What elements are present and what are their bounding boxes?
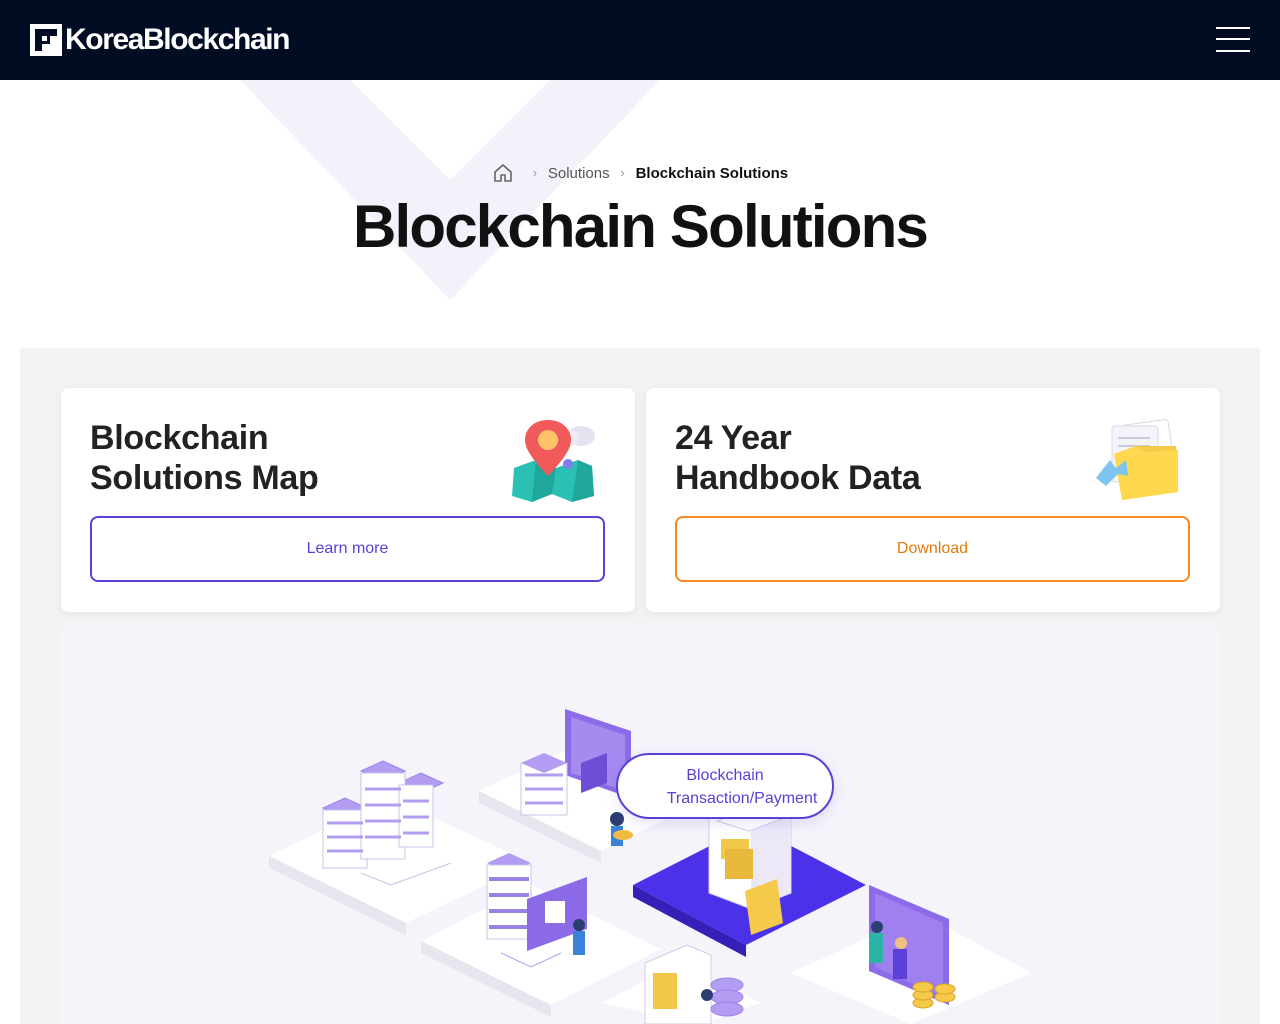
top-navigation-bar: KoreaBlockchain [0,0,1280,80]
brand-logo-mark [30,24,62,56]
bubble-line-2: Transaction/Payment [666,790,818,807]
breadcrumb-item-current: Blockchain Solutions [635,164,789,182]
map-pin-icon [512,420,595,502]
chevron-right-icon: › [532,165,538,180]
chevron-right-icon: › [620,165,625,180]
solutions-map-card: Blockchain Solutions Map Learn more [61,388,635,612]
download-button[interactable]: Download [675,516,1190,582]
blockchain-diagram-card: Blockchain Transaction/Payment [61,623,1219,1024]
brand-name: KoreaBlockchain [65,23,290,56]
page-title: Blockchain Solutions [352,193,929,260]
home-icon[interactable] [492,162,514,184]
learn-more-button[interactable]: Learn more [90,516,605,582]
breadcrumb: › Solutions › Blockchain Solutions [0,160,1280,186]
hamburger-menu-icon[interactable] [1216,24,1250,54]
transaction-payment-bubble[interactable]: Blockchain Transaction/Payment [616,753,834,819]
isometric-blockchain-network-illustration [269,709,1031,1024]
brand-logo[interactable]: KoreaBlockchain [30,23,290,56]
handbook-card: 24 Year Handbook Data Download [646,388,1220,612]
card-title: 24 Year Handbook Data [675,419,921,497]
folder-icon [1096,418,1178,500]
bubble-line-1: Blockchain [686,767,764,784]
card-title: Blockchain Solutions Map [90,419,319,497]
breadcrumb-item-solutions[interactable]: Solutions [548,165,610,182]
